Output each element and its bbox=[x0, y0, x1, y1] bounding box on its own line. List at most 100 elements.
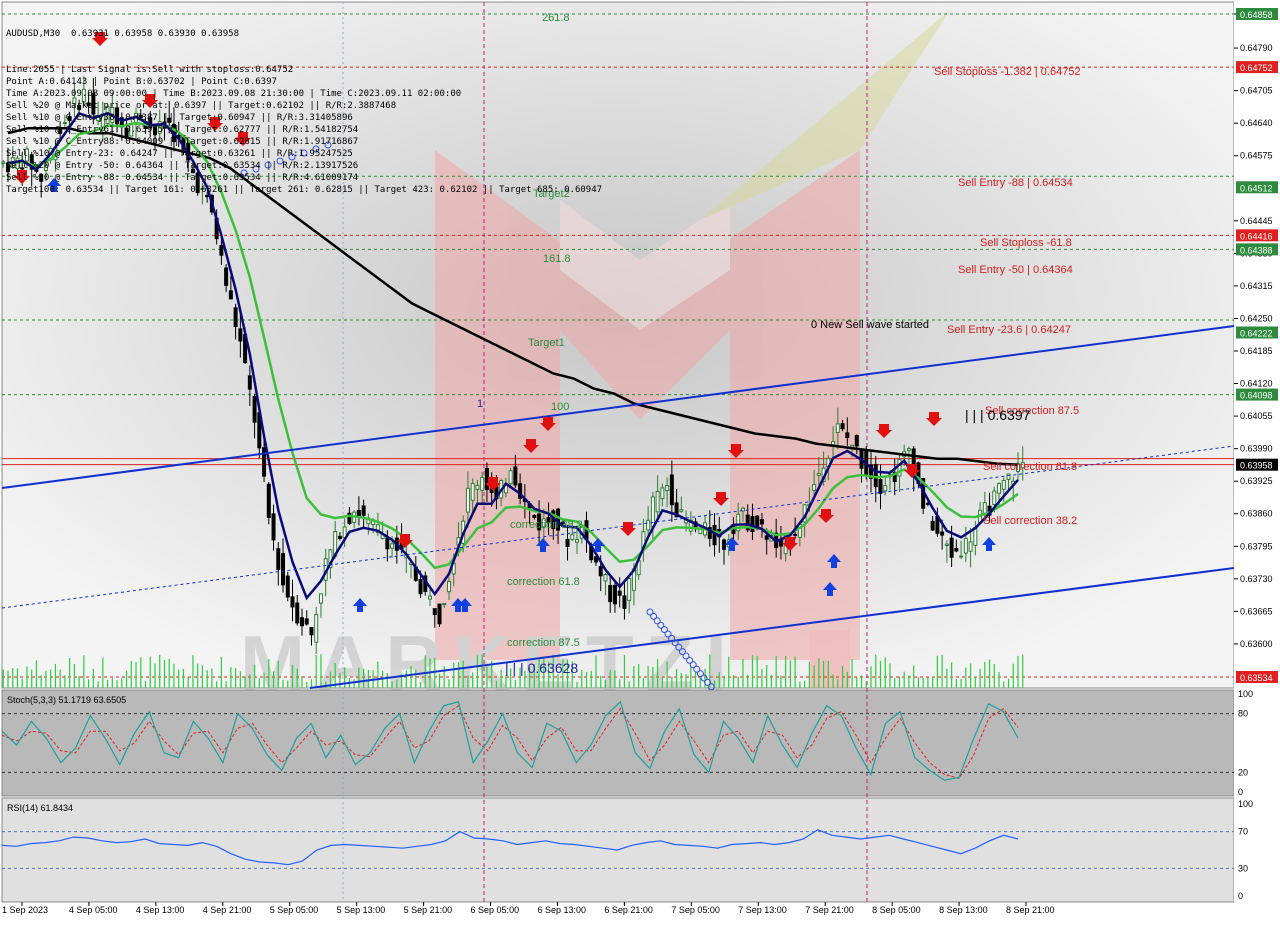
chart-label-10: 0 New Sell wave started bbox=[811, 319, 929, 331]
candle-body bbox=[750, 516, 755, 532]
candle-body bbox=[854, 435, 859, 447]
symbol-line: AUDUSD,M30 0.63931 0.63958 0.63930 0.639… bbox=[6, 29, 239, 39]
candle-body bbox=[390, 543, 395, 549]
candle-body bbox=[262, 447, 267, 477]
candle-body bbox=[418, 579, 423, 595]
time-label-4: 5 Sep 05:00 bbox=[270, 905, 319, 915]
candle-body bbox=[617, 590, 622, 596]
chart-label-17: correction 61.8 bbox=[507, 576, 580, 588]
rsi-axis-label-2: 30 bbox=[1238, 863, 1248, 873]
stoch-pane-bg bbox=[1, 689, 1235, 797]
chart-label-16: correction 38.2 bbox=[510, 519, 583, 531]
candle-body bbox=[446, 580, 451, 593]
candle-body bbox=[906, 448, 911, 451]
candle-body bbox=[437, 603, 442, 625]
price-tick-label-7: 0.64315 bbox=[1240, 281, 1273, 291]
time-label-13: 8 Sep 05:00 bbox=[872, 905, 921, 915]
candle-body bbox=[944, 543, 949, 546]
candle-body bbox=[603, 573, 608, 582]
candle-body bbox=[646, 519, 651, 531]
info-line-1: Point A:0.64143 | Point B:0.63702 | Poin… bbox=[6, 77, 277, 87]
price-tick-label-17: 0.63665 bbox=[1240, 606, 1273, 616]
stoch-axis-label-3: 0 bbox=[1238, 787, 1243, 797]
chart-label-14: Sell correction 61.8 bbox=[983, 461, 1077, 473]
candle-body bbox=[233, 307, 238, 328]
candle-body bbox=[722, 539, 727, 550]
info-line-9: Sell %20 @ Entry -88: 0.64534 || Target:… bbox=[6, 173, 359, 183]
candle-body bbox=[655, 490, 660, 513]
candle-body bbox=[224, 267, 229, 286]
price-tick-label-16: 0.63730 bbox=[1240, 574, 1273, 584]
time-label-6: 5 Sep 21:00 bbox=[404, 905, 453, 915]
candle-body bbox=[318, 593, 323, 604]
time-label-0: 1 Sep 2023 bbox=[2, 905, 48, 915]
candle-body bbox=[992, 490, 997, 505]
candle-body bbox=[361, 505, 366, 516]
candle-body bbox=[565, 538, 570, 547]
price-marker-label-2: 0.64512 bbox=[1240, 183, 1273, 193]
candle-body bbox=[513, 466, 518, 486]
candle-body bbox=[1, 161, 6, 164]
candle-body bbox=[622, 595, 627, 609]
chart-window[interactable]: MARKETZI 261.8 Target2 161.8 Target1 100 1 Sel… bbox=[0, 0, 1280, 920]
candle-body bbox=[266, 483, 271, 518]
time-label-2: 4 Sep 13:00 bbox=[136, 905, 185, 915]
info-line-4: Sell %10 @ C_Entry38: 0.6387 || Target:0… bbox=[6, 113, 353, 123]
candle-body bbox=[314, 613, 319, 643]
price-tick-label-4: 0.64575 bbox=[1240, 151, 1273, 161]
price-tick-label-1: 0.64790 bbox=[1240, 43, 1273, 53]
candle-body bbox=[669, 474, 674, 506]
candle-body bbox=[873, 463, 878, 488]
candle-body bbox=[475, 484, 480, 490]
price-tick-label-5: 0.64445 bbox=[1240, 216, 1273, 226]
chart-label-11: Sell Entry -23.6 | 0.64247 bbox=[947, 324, 1071, 336]
price-tick-label-2: 0.64705 bbox=[1240, 86, 1273, 96]
candle-body bbox=[816, 472, 821, 477]
candle-body bbox=[290, 596, 295, 608]
candle-body bbox=[954, 548, 959, 552]
candle-body bbox=[465, 487, 470, 513]
info-line-2: Time A:2023.09.08 09:00:00 | Time B:2023… bbox=[6, 89, 462, 99]
candle-body bbox=[759, 519, 764, 525]
candle-body bbox=[959, 555, 964, 558]
candle-body bbox=[247, 375, 252, 390]
chart-label-6: Sell Stoploss -1.382 | 0.64752 bbox=[934, 66, 1081, 78]
price-tick-label-3: 0.64640 bbox=[1240, 118, 1273, 128]
candle-body bbox=[570, 534, 575, 540]
candle-body bbox=[299, 617, 304, 627]
price-tick-label-9: 0.64185 bbox=[1240, 346, 1273, 356]
price-marker-label-5: 0.64222 bbox=[1240, 328, 1273, 338]
price-tick-label-8: 0.64250 bbox=[1240, 313, 1273, 323]
candle-body bbox=[532, 514, 537, 518]
candle-body bbox=[627, 578, 632, 601]
chart-label-3: Target1 bbox=[528, 337, 565, 349]
stoch-axis-label-1: 80 bbox=[1238, 709, 1248, 719]
chart-label-13: | | | 0.6397 bbox=[965, 407, 1031, 423]
time-label-11: 7 Sep 13:00 bbox=[738, 905, 787, 915]
info-line-6: Sell %10 @ C_Entry88: 0.64009 || Target:… bbox=[6, 137, 359, 147]
price-tick-label-12: 0.63990 bbox=[1240, 444, 1273, 454]
chart-label-8: Sell Stoploss -61.8 bbox=[980, 237, 1072, 249]
candle-body bbox=[285, 575, 290, 598]
candle-body bbox=[793, 533, 798, 536]
candle-body bbox=[432, 608, 437, 616]
chart-label-5: 1 bbox=[477, 398, 483, 410]
price-tick-label-18: 0.63600 bbox=[1240, 639, 1273, 649]
candle-body bbox=[598, 566, 603, 577]
price-marker-label-3: 0.64416 bbox=[1240, 231, 1273, 241]
price-marker-label-7: 0.63958 bbox=[1240, 461, 1273, 471]
time-label-5: 5 Sep 13:00 bbox=[337, 905, 386, 915]
price-marker-label-6: 0.64098 bbox=[1240, 391, 1273, 401]
candle-body bbox=[660, 487, 665, 500]
info-line-5: Sell %10 @ C_Entry61: 0.63975 || Target:… bbox=[6, 125, 359, 135]
candle-body bbox=[940, 531, 945, 536]
candle-body bbox=[968, 541, 973, 552]
candle-body bbox=[271, 513, 276, 541]
price-tick-label-15: 0.63795 bbox=[1240, 541, 1273, 551]
candle-body bbox=[276, 548, 281, 570]
candle-body bbox=[878, 478, 883, 494]
chart-label-9: Sell Entry -50 | 0.64364 bbox=[958, 264, 1073, 276]
price-marker-label-8: 0.63534 bbox=[1240, 673, 1273, 683]
time-label-10: 7 Sep 05:00 bbox=[671, 905, 720, 915]
chart-label-4: 100 bbox=[551, 401, 569, 413]
